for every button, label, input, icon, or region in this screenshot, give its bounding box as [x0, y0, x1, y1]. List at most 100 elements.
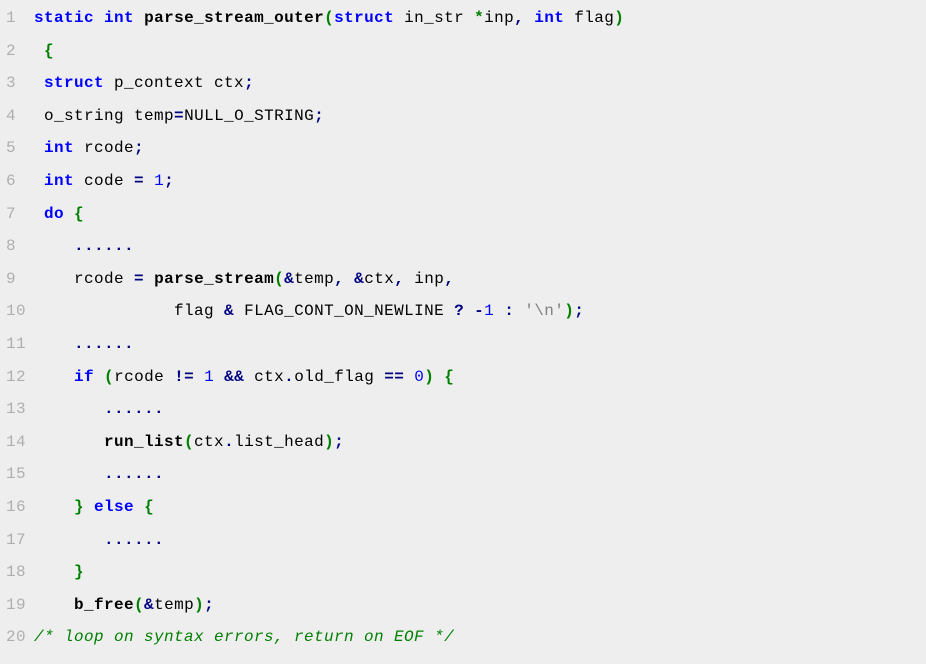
indent: [34, 400, 104, 418]
code-line: 15 ......: [0, 462, 926, 495]
code-source: if (rcode != 1 && ctx.old_flag == 0) {: [34, 365, 926, 389]
token-plain: [344, 270, 354, 288]
code-line: 5 int rcode;: [0, 136, 926, 169]
token-plain: ctx: [244, 368, 284, 386]
code-source: } else {: [34, 495, 926, 519]
token-cmt: /* loop on syntax errors, return on EOF …: [34, 628, 454, 646]
indent: [34, 465, 104, 483]
indent: [34, 596, 74, 614]
token-op: .: [284, 368, 294, 386]
code-line: 19 b_free(&temp);: [0, 593, 926, 626]
token-op: &: [284, 270, 294, 288]
indent: [34, 335, 74, 353]
code-line: 18 }: [0, 560, 926, 593]
token-op: ......: [104, 400, 164, 418]
line-number: 5: [0, 136, 34, 160]
token-fn: run_list: [104, 433, 184, 451]
code-source: int code = 1;: [34, 169, 926, 193]
token-opp: (: [324, 9, 334, 27]
token-op: ,: [514, 9, 524, 27]
code-source: struct p_context ctx;: [34, 71, 926, 95]
line-number: 19: [0, 593, 34, 617]
indent: [34, 42, 44, 60]
code-source: flag & FLAG_CONT_ON_NEWLINE ? -1 : '\n')…: [34, 299, 926, 323]
token-fn: parse_stream_outer: [144, 9, 324, 27]
token-num: 1: [204, 368, 214, 386]
token-plain: flag: [174, 302, 224, 320]
token-plain: [404, 368, 414, 386]
token-plain: code: [74, 172, 134, 190]
line-number: 20: [0, 625, 34, 649]
code-source: int rcode;: [34, 136, 926, 160]
indent: [34, 172, 44, 190]
code-source: /* loop on syntax errors, return on EOF …: [34, 625, 926, 649]
token-opp: {: [74, 205, 84, 223]
token-kw: static: [34, 9, 94, 27]
token-kw: struct: [334, 9, 394, 27]
token-plain: [464, 302, 474, 320]
token-plain: o_string temp: [44, 107, 174, 125]
code-line: 14 run_list(ctx.list_head);: [0, 430, 926, 463]
line-number: 3: [0, 71, 34, 95]
code-source: rcode = parse_stream(&temp, &ctx, inp,: [34, 267, 926, 291]
token-op: &: [144, 596, 154, 614]
token-plain: rcode: [74, 270, 134, 288]
token-kw: int: [44, 139, 74, 157]
token-plain: in_str: [394, 9, 474, 27]
token-opp: ): [194, 596, 204, 614]
token-kw: int: [534, 9, 564, 27]
line-number: 13: [0, 397, 34, 421]
token-op: :: [504, 302, 514, 320]
code-line: 20/* loop on syntax errors, return on EO…: [0, 625, 926, 658]
token-op: ;: [204, 596, 214, 614]
token-op: ;: [244, 74, 254, 92]
token-plain: [134, 9, 144, 27]
token-opp: ): [324, 433, 334, 451]
code-block: 1static int parse_stream_outer(struct in…: [0, 0, 926, 664]
code-source: b_free(&temp);: [34, 593, 926, 617]
code-line: 1static int parse_stream_outer(struct in…: [0, 6, 926, 39]
token-op: ......: [104, 465, 164, 483]
token-str: '\n': [524, 302, 564, 320]
token-kw: if: [74, 368, 94, 386]
token-op: ;: [134, 139, 144, 157]
token-opp: *: [474, 9, 484, 27]
indent: [34, 563, 74, 581]
indent: [34, 139, 44, 157]
indent: [34, 498, 74, 516]
code-line: 13 ......: [0, 397, 926, 430]
line-number: 8: [0, 234, 34, 258]
token-opp: ): [424, 368, 434, 386]
token-op: ;: [574, 302, 584, 320]
token-plain: [84, 498, 94, 516]
line-number: 12: [0, 365, 34, 389]
token-plain: [524, 9, 534, 27]
token-op: ......: [104, 531, 164, 549]
code-source: run_list(ctx.list_head);: [34, 430, 926, 454]
token-plain: rcode: [114, 368, 174, 386]
token-plain: [434, 368, 444, 386]
token-plain: old_flag: [294, 368, 384, 386]
token-plain: inp: [404, 270, 444, 288]
indent: [34, 237, 74, 255]
token-kw: do: [44, 205, 64, 223]
code-source: }: [34, 560, 926, 584]
token-op: &: [354, 270, 364, 288]
token-opp: ): [614, 9, 624, 27]
token-fn: b_free: [74, 596, 134, 614]
token-num: 1: [484, 302, 494, 320]
token-op: !=: [174, 368, 194, 386]
token-plain: [194, 368, 204, 386]
token-plain: ctx: [364, 270, 394, 288]
token-op: -: [474, 302, 484, 320]
indent: [34, 433, 104, 451]
token-op: ;: [164, 172, 174, 190]
token-num: 0: [414, 368, 424, 386]
token-plain: temp: [154, 596, 194, 614]
token-opp: (: [274, 270, 284, 288]
token-plain: [214, 368, 224, 386]
token-op: &: [224, 302, 234, 320]
token-plain: [144, 172, 154, 190]
code-source: o_string temp=NULL_O_STRING;: [34, 104, 926, 128]
token-plain: rcode: [74, 139, 134, 157]
